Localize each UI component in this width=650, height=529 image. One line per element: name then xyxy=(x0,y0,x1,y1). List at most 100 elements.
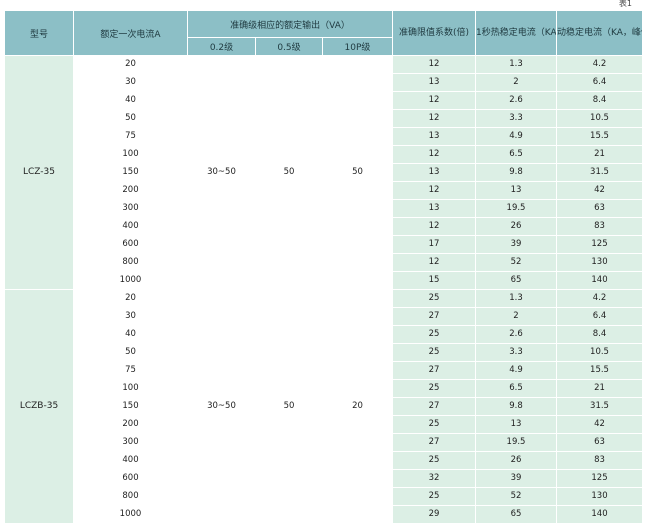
rated-current-cell: 600 xyxy=(73,235,188,254)
model-cell: LCZB-35 xyxy=(4,289,74,524)
header-model: 型号 xyxy=(4,10,74,56)
dynamic-current-cell: 31.5 xyxy=(556,397,643,416)
dynamic-current-cell: 4.2 xyxy=(556,289,643,308)
header-class-02: 0.2级 xyxy=(187,37,256,56)
dynamic-current-cell: 31.5 xyxy=(556,163,643,182)
thermal-current-cell: 1.3 xyxy=(475,55,557,74)
thermal-current-cell: 13 xyxy=(475,181,557,200)
table-caption: 表1 xyxy=(618,0,632,8)
thermal-current-cell: 39 xyxy=(475,235,557,254)
dynamic-current-cell: 125 xyxy=(556,469,643,488)
accuracy-limit-cell: 12 xyxy=(392,91,476,110)
thermal-current-cell: 13 xyxy=(475,415,557,434)
accuracy-limit-cell: 29 xyxy=(392,505,476,524)
thermal-current-cell: 19.5 xyxy=(475,199,557,218)
thermal-current-cell: 4.9 xyxy=(475,361,557,380)
dynamic-current-cell: 21 xyxy=(556,145,643,164)
output-10p-cell: 20 xyxy=(322,289,393,524)
accuracy-limit-cell: 27 xyxy=(392,307,476,326)
accuracy-limit-cell: 12 xyxy=(392,253,476,272)
rated-current-cell: 30 xyxy=(73,73,188,92)
table-header: 型号 额定一次电流A 准确级相应的额定输出（VA） 准确限值系数(倍) 1秒热稳… xyxy=(4,10,643,56)
thermal-current-cell: 26 xyxy=(475,451,557,470)
thermal-current-cell: 26 xyxy=(475,217,557,236)
rated-current-cell: 100 xyxy=(73,379,188,398)
model-cell: LCZ-35 xyxy=(4,55,74,290)
accuracy-limit-cell: 12 xyxy=(392,217,476,236)
accuracy-limit-cell: 12 xyxy=(392,109,476,128)
dynamic-current-cell: 15.5 xyxy=(556,361,643,380)
accuracy-limit-cell: 25 xyxy=(392,379,476,398)
header-class-10p: 10P级 xyxy=(322,37,393,56)
dynamic-current-cell: 130 xyxy=(556,487,643,506)
rated-current-cell: 150 xyxy=(73,163,188,182)
rated-current-cell: 800 xyxy=(73,253,188,272)
rated-current-cell: 75 xyxy=(73,127,188,146)
thermal-current-cell: 6.5 xyxy=(475,379,557,398)
output-05-cell: 50 xyxy=(255,55,323,290)
dynamic-current-cell: 42 xyxy=(556,181,643,200)
accuracy-limit-cell: 13 xyxy=(392,127,476,146)
thermal-current-cell: 3.3 xyxy=(475,109,557,128)
accuracy-limit-cell: 15 xyxy=(392,271,476,290)
accuracy-limit-cell: 25 xyxy=(392,487,476,506)
dynamic-current-cell: 83 xyxy=(556,451,643,470)
accuracy-limit-cell: 25 xyxy=(392,289,476,308)
dynamic-current-cell: 15.5 xyxy=(556,127,643,146)
thermal-current-cell: 19.5 xyxy=(475,433,557,452)
rated-current-cell: 200 xyxy=(73,415,188,434)
accuracy-limit-cell: 25 xyxy=(392,451,476,470)
thermal-current-cell: 9.8 xyxy=(475,397,557,416)
accuracy-limit-cell: 12 xyxy=(392,181,476,200)
thermal-current-cell: 3.3 xyxy=(475,343,557,362)
table-body: LCZ-35 20 30~50 50 50 12 1.3 4.2 30 13 2 6.4 40 12 2.6… xyxy=(4,55,643,524)
rated-current-cell: 150 xyxy=(73,397,188,416)
dynamic-current-cell: 21 xyxy=(556,379,643,398)
accuracy-limit-cell: 13 xyxy=(392,163,476,182)
output-02-cell: 30~50 xyxy=(187,55,256,290)
rated-current-cell: 800 xyxy=(73,487,188,506)
header-rated-current: 额定一次电流A xyxy=(73,10,188,56)
dynamic-current-cell: 140 xyxy=(556,271,643,290)
accuracy-limit-cell: 27 xyxy=(392,433,476,452)
thermal-current-cell: 6.5 xyxy=(475,145,557,164)
dynamic-current-cell: 63 xyxy=(556,199,643,218)
rated-current-cell: 400 xyxy=(73,451,188,470)
rated-current-cell: 600 xyxy=(73,469,188,488)
accuracy-limit-cell: 17 xyxy=(392,235,476,254)
thermal-current-cell: 65 xyxy=(475,271,557,290)
rated-current-cell: 50 xyxy=(73,109,188,128)
thermal-current-cell: 52 xyxy=(475,487,557,506)
rated-current-cell: 50 xyxy=(73,343,188,362)
thermal-current-cell: 39 xyxy=(475,469,557,488)
dynamic-current-cell: 130 xyxy=(556,253,643,272)
thermal-current-cell: 9.8 xyxy=(475,163,557,182)
thermal-current-cell: 2 xyxy=(475,307,557,326)
thermal-current-cell: 1.3 xyxy=(475,289,557,308)
dynamic-current-cell: 8.4 xyxy=(556,325,643,344)
accuracy-limit-cell: 27 xyxy=(392,361,476,380)
accuracy-limit-cell: 25 xyxy=(392,325,476,344)
rated-current-cell: 30 xyxy=(73,307,188,326)
accuracy-limit-cell: 13 xyxy=(392,199,476,218)
thermal-current-cell: 2.6 xyxy=(475,91,557,110)
thermal-current-cell: 4.9 xyxy=(475,127,557,146)
dynamic-current-cell: 125 xyxy=(556,235,643,254)
dynamic-current-cell: 4.2 xyxy=(556,55,643,74)
header-rated-output: 准确级相应的额定输出（VA） xyxy=(187,10,393,38)
output-02-cell: 30~50 xyxy=(187,289,256,524)
rated-current-cell: 100 xyxy=(73,145,188,164)
dynamic-current-cell: 8.4 xyxy=(556,91,643,110)
dynamic-current-cell: 42 xyxy=(556,415,643,434)
accuracy-limit-cell: 25 xyxy=(392,415,476,434)
rated-current-cell: 75 xyxy=(73,361,188,380)
thermal-current-cell: 2 xyxy=(475,73,557,92)
dynamic-current-cell: 6.4 xyxy=(556,73,643,92)
accuracy-limit-cell: 12 xyxy=(392,55,476,74)
accuracy-limit-cell: 13 xyxy=(392,73,476,92)
output-10p-cell: 50 xyxy=(322,55,393,290)
dynamic-current-cell: 10.5 xyxy=(556,343,643,362)
thermal-current-cell: 2.6 xyxy=(475,325,557,344)
accuracy-limit-cell: 32 xyxy=(392,469,476,488)
table-row: LCZ-35 20 30~50 50 50 12 1.3 4.2 xyxy=(4,55,643,290)
